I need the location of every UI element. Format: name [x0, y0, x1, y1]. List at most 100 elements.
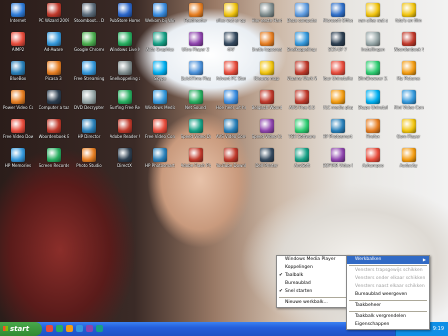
desktop-icon[interactable]: Audacity — [394, 148, 424, 168]
desktop-icon[interactable]: HP Director — [74, 119, 104, 139]
desktop-icon[interactable]: SlimBrowser 3.7 — [358, 61, 388, 81]
context-menu-item[interactable]: Bureaublad — [277, 280, 349, 288]
quick-launch-icon[interactable] — [56, 325, 63, 332]
desktop-icon[interactable]: SCR-UP 7 — [323, 32, 353, 52]
desktop-icon[interactable]: Advent PC Standard 1.3 — [216, 61, 246, 81]
desktop-icon[interactable]: HP Photosmart Premier — [145, 148, 175, 168]
context-menu-item[interactable]: Windows Media Player — [277, 256, 349, 264]
desktop-icon[interactable]: Aida Graphics — [145, 32, 175, 52]
desktop-icon[interactable]: DVD Decrypter — [74, 90, 104, 110]
desktop-icon-label: Free Streaming Internet — [74, 76, 104, 81]
desktop-icon[interactable]: Belgisch Woordenboek — [252, 90, 282, 110]
desktop-icon[interactable]: Dell Printer — [252, 148, 282, 168]
app-icon — [224, 119, 238, 133]
desktop-icon[interactable]: Welkom bij Windows — [145, 3, 175, 23]
desktop-icon[interactable]: alles wat er op de pc staat — [216, 3, 246, 23]
desktop-icon-label: Dell Printer — [255, 163, 278, 168]
desktop-icon[interactable]: SOFTAR Video Pro — [323, 148, 353, 168]
desktop-icon[interactable]: Instellingen — [358, 32, 388, 52]
desktop-icon[interactable]: PubStore Home — [110, 3, 140, 23]
quick-launch-icon[interactable] — [86, 325, 93, 332]
desktop-icon[interactable]: Stoomboot... Downloaden — [74, 3, 104, 23]
desktop-icon[interactable]: Photo Studio — [74, 148, 104, 168]
desktop-icon[interactable]: Ad-Aware — [39, 32, 69, 52]
desktop-icon[interactable]: Hoe heer uit het water — [216, 90, 246, 110]
desktop-icon[interactable]: Deze computer — [287, 3, 317, 23]
desktop-icon[interactable]: BlueBox — [3, 61, 33, 81]
desktop-icon[interactable]: Microsoft Office Outl... — [323, 3, 353, 23]
desktop-icon[interactable]: AIMP2 — [3, 32, 33, 52]
desktop-icon-label: alles wat er op de pc staat — [216, 18, 246, 23]
desktop-icon[interactable]: van alles wat adressen — [358, 3, 388, 23]
desktop-icon[interactable]: Picasa 3 — [39, 61, 69, 81]
desktop-icon[interactable]: Mini Video Converter — [394, 90, 424, 110]
quick-launch-icon[interactable] — [76, 325, 83, 332]
submenu-item[interactable]: Bureaublad weergeven — [347, 291, 429, 299]
desktop-icon[interactable]: Adobe Reader 9 — [110, 119, 140, 139]
desktop-icon[interactable]: 4AF — [216, 32, 246, 52]
desktop-icon[interactable]: YouTube Downloader — [216, 148, 246, 168]
quick-launch-icon[interactable] — [96, 325, 103, 332]
desktop-icon-label: Feedreader — [184, 18, 207, 23]
desktop-icon[interactable]: Windows Live Messenger — [110, 32, 140, 52]
desktop-icon[interactable]: Free Streaming Internet — [74, 61, 104, 81]
werkbalken-menu-item[interactable]: Werkbalken ▶ — [347, 256, 429, 264]
context-menu-item[interactable]: ✔ Taalbalk — [277, 272, 349, 280]
app-icon — [295, 32, 309, 46]
desktop-icon[interactable]: foto's en film — [394, 3, 424, 23]
desktop-icon[interactable]: Speed Video Converter — [252, 119, 282, 139]
desktop-icon[interactable]: Internet — [3, 3, 33, 23]
desktop-icon[interactable]: HP Memories — [3, 148, 33, 168]
desktop-icon[interactable]: Free Video Downloader — [3, 119, 33, 139]
desktop-icon[interactable]: Google Chrome — [74, 32, 104, 52]
app-icon — [224, 148, 238, 162]
desktop-icon[interactable]: Feedreader — [181, 3, 211, 23]
start-label: start — [10, 325, 30, 333]
desktop-icon[interactable]: Ultra Player 2 — [181, 32, 211, 52]
desktop-icon[interactable]: Computer a taal 2011 — [39, 90, 69, 110]
desktop-icon[interactable]: TSR Software — [287, 119, 317, 139]
desktop-icon[interactable]: AVG Free 8.5 — [287, 90, 317, 110]
desktop-icon[interactable]: Vlaams Werk Woordenboek — [287, 61, 317, 81]
desktop-icon[interactable]: AVS Video Converter — [216, 119, 246, 139]
context-menu-item[interactable]: Nieuwe werkbalk... — [277, 299, 349, 307]
desktop-icon[interactable]: DirectX — [110, 148, 140, 168]
desktop-icon[interactable]: Firefox — [358, 119, 388, 139]
desktop-icon[interactable]: Adobe Flash Player — [181, 148, 211, 168]
submenu-item[interactable]: Eigenschappen — [347, 321, 429, 329]
desktop-icon[interactable]: Your Uninstaller — [323, 61, 353, 81]
desktop-icon[interactable]: Skype Uninstall — [358, 90, 388, 110]
desktop-icon[interactable]: Gratis logocreator — [252, 32, 282, 52]
quick-launch-icon[interactable] — [46, 325, 53, 332]
desktop-icon[interactable]: VLC media player — [323, 90, 353, 110]
submenu-item[interactable]: Taakbalk vergrendelen — [347, 313, 429, 321]
desktop-icon[interactable]: Net Sound — [181, 90, 211, 110]
desktop-icon[interactable]: Screen Recorder — [39, 148, 69, 168]
desktop-icon[interactable]: Nieuwe map — [252, 61, 282, 81]
app-icon — [117, 148, 132, 162]
desktop-icon[interactable]: Surfing Free Registry — [110, 90, 140, 110]
app-icon — [11, 61, 25, 75]
desktop-icon[interactable]: Windows Media Player — [145, 90, 175, 110]
desktop-icon[interactable]: Ashampoo — [358, 148, 388, 168]
desktop-icon[interactable]: My Pictures — [394, 61, 424, 81]
start-button[interactable]: start — [0, 322, 42, 336]
desktop-icon[interactable]: HP Photosmart Essential — [323, 119, 353, 139]
desktop-icon[interactable]: Woordenboek Vlaamse Ge... — [394, 32, 424, 52]
desktop-icon[interactable]: AnvSoft — [287, 148, 317, 168]
quick-launch-icon[interactable] — [66, 325, 73, 332]
desktop-icon[interactable]: QuickTime Player — [181, 61, 211, 81]
desktop-icon[interactable]: Woordenboek E-N 10 Serie — [39, 119, 69, 139]
desktop-icon[interactable]: Snelkoppeling naar Syn... — [287, 32, 317, 52]
desktop-icon[interactable]: Free Video Converter — [145, 119, 175, 139]
context-menu-item[interactable]: Koppelingen — [277, 264, 349, 272]
context-menu-item[interactable]: ✔ Snel starten — [277, 288, 349, 296]
desktop-icon[interactable]: Skype — [145, 61, 175, 81]
desktop-icon[interactable]: Power Video Converter — [3, 90, 33, 110]
desktop-icon[interactable]: Hier eeste Hardblok — [252, 3, 282, 23]
desktop-icon[interactable]: Gom Player — [394, 119, 424, 139]
desktop-icon[interactable]: Speed Video Downloader — [181, 119, 211, 139]
desktop-icon[interactable]: PC Wizard 2009 — [39, 3, 69, 23]
submenu-item[interactable]: Taakbeheer — [347, 302, 429, 310]
desktop-icon[interactable]: Snelkoppeling aan Nero Start — [110, 61, 140, 81]
